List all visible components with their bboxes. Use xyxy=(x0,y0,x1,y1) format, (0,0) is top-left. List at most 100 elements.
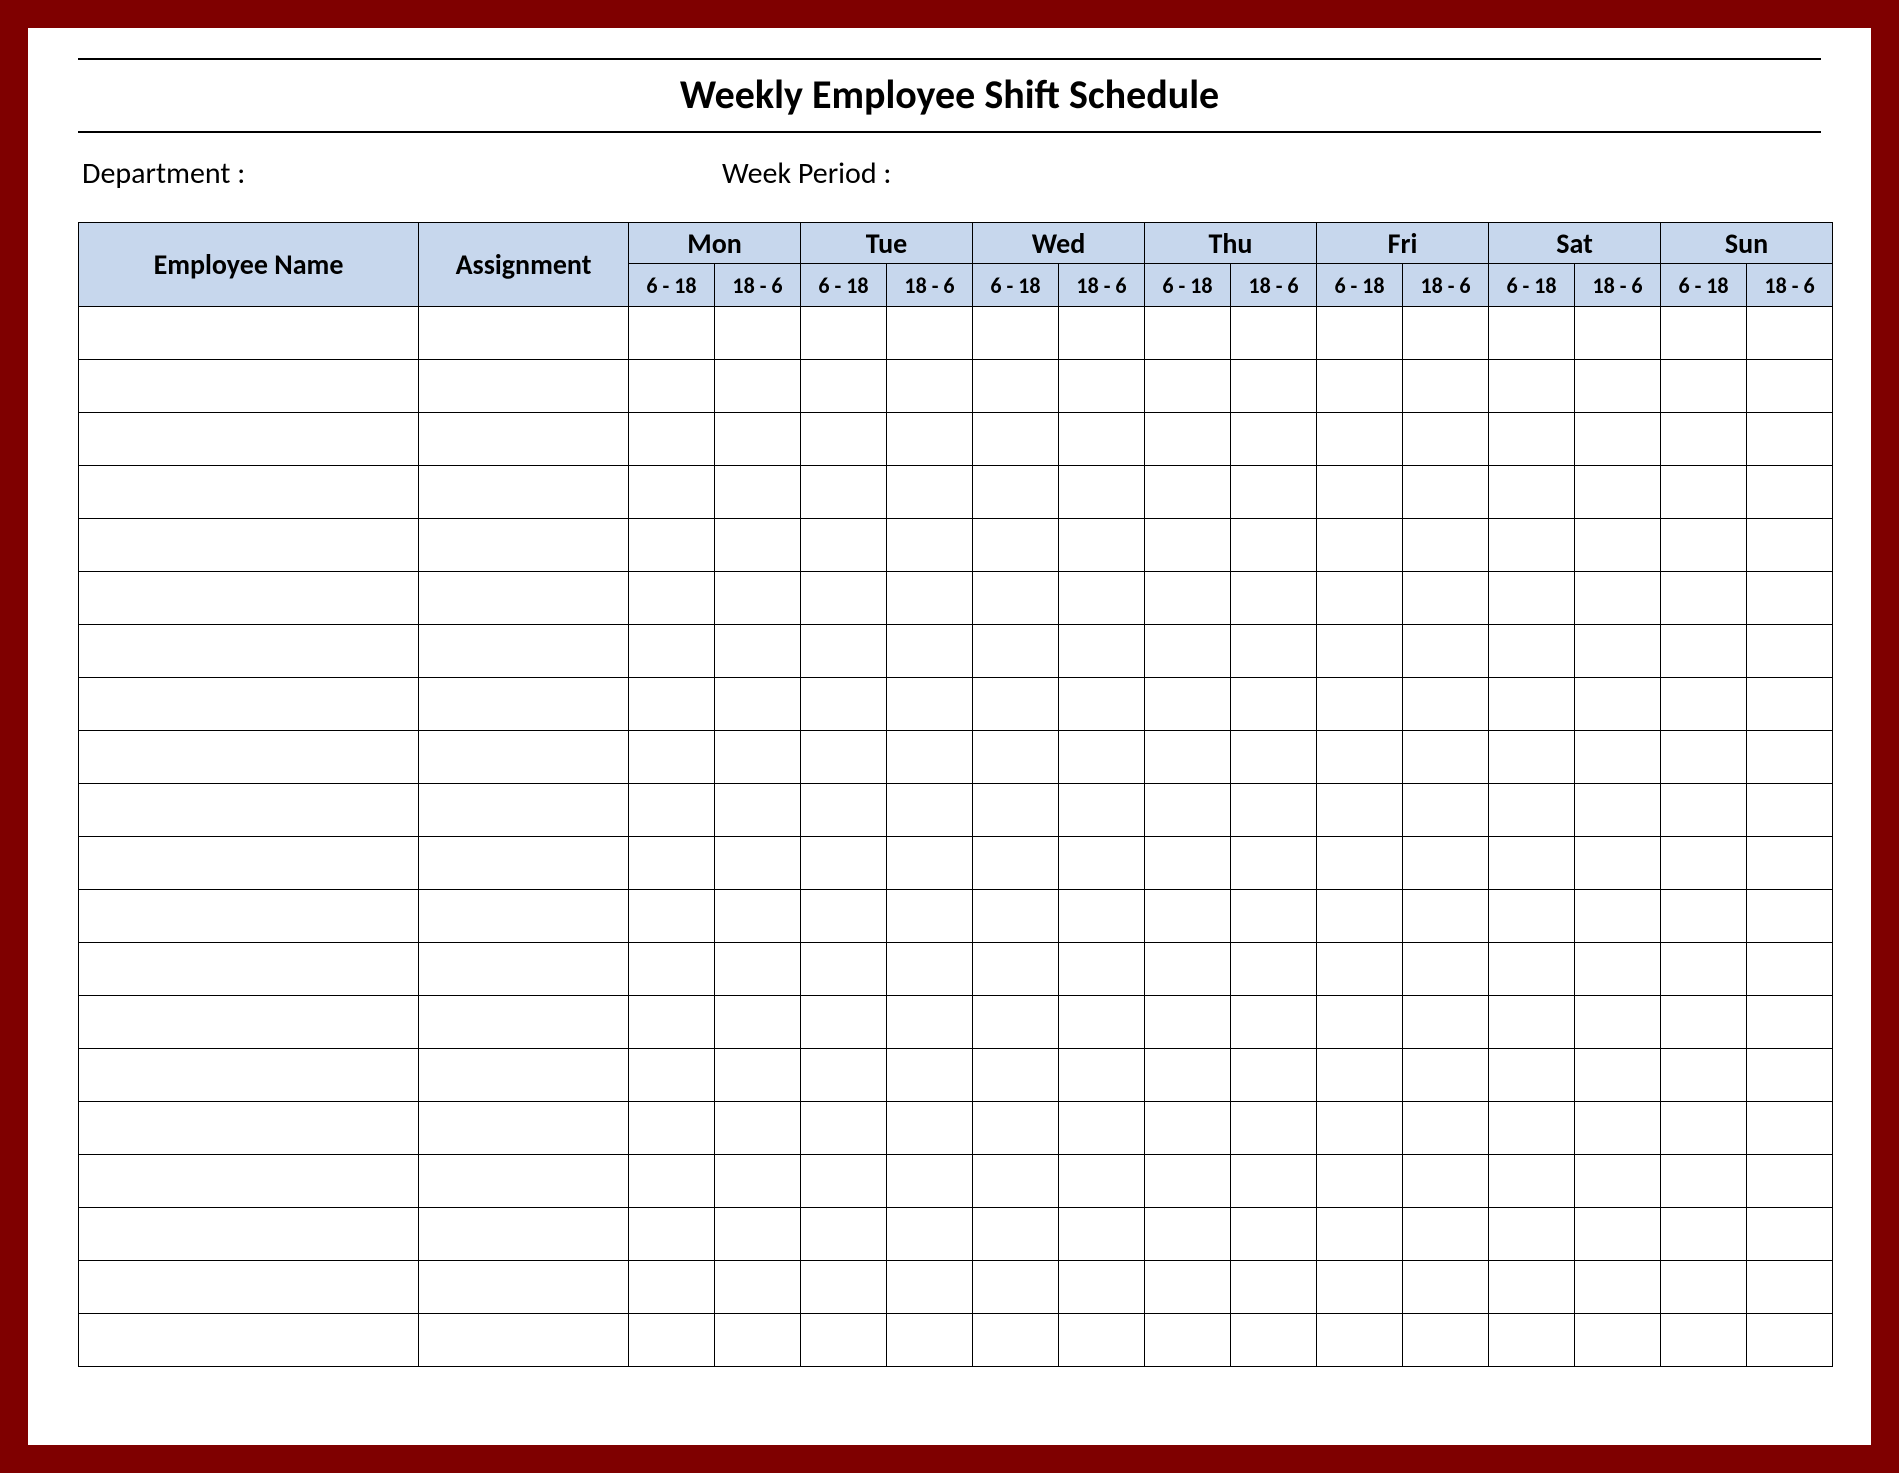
table-cell[interactable] xyxy=(1403,572,1489,625)
table-cell[interactable] xyxy=(1231,1314,1317,1367)
table-cell[interactable] xyxy=(79,572,419,625)
table-cell[interactable] xyxy=(1575,625,1661,678)
table-cell[interactable] xyxy=(715,1208,801,1261)
table-cell[interactable] xyxy=(715,1261,801,1314)
table-cell[interactable] xyxy=(1661,466,1747,519)
table-cell[interactable] xyxy=(419,625,629,678)
table-cell[interactable] xyxy=(79,731,419,784)
table-cell[interactable] xyxy=(1059,784,1145,837)
table-cell[interactable] xyxy=(1661,413,1747,466)
table-cell[interactable] xyxy=(1317,1261,1403,1314)
table-cell[interactable] xyxy=(79,1102,419,1155)
table-cell[interactable] xyxy=(79,996,419,1049)
table-cell[interactable] xyxy=(1661,1049,1747,1102)
table-cell[interactable] xyxy=(887,360,973,413)
table-cell[interactable] xyxy=(1661,572,1747,625)
table-cell[interactable] xyxy=(79,890,419,943)
table-cell[interactable] xyxy=(1317,413,1403,466)
table-cell[interactable] xyxy=(1317,519,1403,572)
table-cell[interactable] xyxy=(1661,1261,1747,1314)
table-cell[interactable] xyxy=(419,519,629,572)
table-cell[interactable] xyxy=(1145,943,1231,996)
table-cell[interactable] xyxy=(801,678,887,731)
table-cell[interactable] xyxy=(79,466,419,519)
table-cell[interactable] xyxy=(1747,413,1833,466)
table-cell[interactable] xyxy=(715,784,801,837)
table-cell[interactable] xyxy=(1145,678,1231,731)
table-cell[interactable] xyxy=(1403,678,1489,731)
table-cell[interactable] xyxy=(973,1155,1059,1208)
table-cell[interactable] xyxy=(801,784,887,837)
table-cell[interactable] xyxy=(887,413,973,466)
table-cell[interactable] xyxy=(1489,625,1575,678)
table-cell[interactable] xyxy=(801,837,887,890)
table-cell[interactable] xyxy=(629,1049,715,1102)
table-cell[interactable] xyxy=(1747,678,1833,731)
table-cell[interactable] xyxy=(419,784,629,837)
table-cell[interactable] xyxy=(1317,784,1403,837)
table-cell[interactable] xyxy=(1489,572,1575,625)
table-cell[interactable] xyxy=(1489,943,1575,996)
table-cell[interactable] xyxy=(1489,890,1575,943)
table-cell[interactable] xyxy=(1145,360,1231,413)
table-cell[interactable] xyxy=(1059,1208,1145,1261)
table-cell[interactable] xyxy=(1059,466,1145,519)
table-cell[interactable] xyxy=(1661,784,1747,837)
table-cell[interactable] xyxy=(1661,1314,1747,1367)
table-cell[interactable] xyxy=(1661,307,1747,360)
table-cell[interactable] xyxy=(1145,1155,1231,1208)
table-cell[interactable] xyxy=(1403,1155,1489,1208)
table-cell[interactable] xyxy=(1661,678,1747,731)
table-cell[interactable] xyxy=(79,413,419,466)
table-cell[interactable] xyxy=(1403,890,1489,943)
table-cell[interactable] xyxy=(1317,360,1403,413)
table-cell[interactable] xyxy=(79,360,419,413)
table-cell[interactable] xyxy=(1747,1102,1833,1155)
table-cell[interactable] xyxy=(973,466,1059,519)
table-cell[interactable] xyxy=(801,572,887,625)
table-cell[interactable] xyxy=(1403,413,1489,466)
table-cell[interactable] xyxy=(419,572,629,625)
table-cell[interactable] xyxy=(801,1261,887,1314)
table-cell[interactable] xyxy=(629,890,715,943)
table-cell[interactable] xyxy=(1231,1155,1317,1208)
table-cell[interactable] xyxy=(801,1049,887,1102)
table-cell[interactable] xyxy=(1575,1049,1661,1102)
table-cell[interactable] xyxy=(973,1314,1059,1367)
table-cell[interactable] xyxy=(1231,678,1317,731)
table-cell[interactable] xyxy=(715,625,801,678)
table-cell[interactable] xyxy=(79,1155,419,1208)
table-cell[interactable] xyxy=(801,1314,887,1367)
table-cell[interactable] xyxy=(1575,678,1661,731)
table-cell[interactable] xyxy=(629,996,715,1049)
table-cell[interactable] xyxy=(1403,1049,1489,1102)
table-cell[interactable] xyxy=(801,360,887,413)
table-cell[interactable] xyxy=(79,678,419,731)
table-cell[interactable] xyxy=(1403,1102,1489,1155)
table-cell[interactable] xyxy=(1317,625,1403,678)
table-cell[interactable] xyxy=(419,1102,629,1155)
table-cell[interactable] xyxy=(1575,890,1661,943)
table-cell[interactable] xyxy=(887,572,973,625)
table-cell[interactable] xyxy=(801,1102,887,1155)
table-cell[interactable] xyxy=(1317,837,1403,890)
table-cell[interactable] xyxy=(801,413,887,466)
table-cell[interactable] xyxy=(1317,1314,1403,1367)
table-cell[interactable] xyxy=(1059,519,1145,572)
table-cell[interactable] xyxy=(1489,1049,1575,1102)
table-cell[interactable] xyxy=(887,625,973,678)
table-cell[interactable] xyxy=(973,625,1059,678)
table-cell[interactable] xyxy=(801,625,887,678)
table-cell[interactable] xyxy=(1231,519,1317,572)
table-cell[interactable] xyxy=(715,572,801,625)
table-cell[interactable] xyxy=(1661,1102,1747,1155)
table-cell[interactable] xyxy=(1403,519,1489,572)
table-cell[interactable] xyxy=(1231,625,1317,678)
table-cell[interactable] xyxy=(1489,519,1575,572)
table-cell[interactable] xyxy=(1575,943,1661,996)
table-cell[interactable] xyxy=(1231,890,1317,943)
table-cell[interactable] xyxy=(1145,1208,1231,1261)
table-cell[interactable] xyxy=(629,307,715,360)
table-cell[interactable] xyxy=(1403,731,1489,784)
table-cell[interactable] xyxy=(419,996,629,1049)
